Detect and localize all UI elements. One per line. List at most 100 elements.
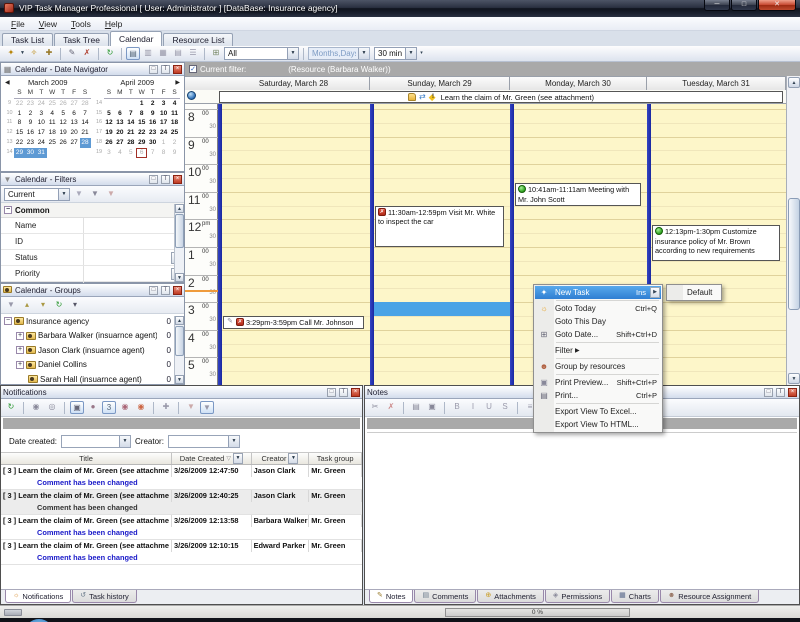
menu-item-print[interactable]: ▤Print...Ctrl+P [535,389,661,402]
allday-event[interactable]: ⇄ ◆! Learn the claim of Mr. Green (see a… [219,91,783,103]
more-icon[interactable]: ▾ [68,299,82,312]
panel-restore-icon[interactable]: □ [149,286,158,295]
day-cell[interactable]: 26 [58,138,69,148]
save-filter-icon[interactable]: ▼ [88,188,102,201]
day-cell[interactable]: 2 [169,138,180,148]
minimize-button[interactable]: ─ [704,0,730,11]
panel-pin-icon[interactable]: T [161,175,170,184]
calendar-scrollbar[interactable]: ▲ ▼ [786,76,800,385]
day-cell[interactable]: 26 [58,99,69,109]
scroll-down-icon[interactable]: ▼ [788,373,800,384]
refresh-icon[interactable]: ↻ [52,299,66,312]
day-cell[interactable]: 29 [14,148,25,158]
day-cell[interactable]: 3 [36,109,47,119]
bottom-tab-attachments[interactable]: ⊕Attachments [477,590,544,603]
scroll-up-icon[interactable]: ▲ [788,77,800,88]
scroll-down-icon[interactable]: ▼ [175,273,184,282]
day-cell[interactable]: 15 [14,128,25,138]
panel-close-icon[interactable]: × [351,388,360,397]
day-cell[interactable]: 4 [114,148,125,158]
day-cell[interactable]: 14 [80,118,91,128]
tree-item-insurance[interactable]: −Insurance agency0 [1,314,184,329]
group-by-icon[interactable]: ⊞ [209,47,223,60]
day-cell[interactable]: 17 [158,118,169,128]
day-cell[interactable]: 20 [114,128,125,138]
day-cell[interactable]: 17 [36,128,47,138]
day-cell[interactable]: 13 [114,118,125,128]
day-cell[interactable]: 28 [125,138,136,148]
day-cell[interactable]: 5 [104,109,115,119]
refresh-icon[interactable]: ↻ [103,47,117,60]
day-cell[interactable]: 7 [125,109,136,119]
menu-item-new-task[interactable]: ✦New TaskIns▶ [535,286,661,299]
chevron-down-icon[interactable]: ▼ [19,47,26,60]
menu-view[interactable]: View [32,19,64,29]
refresh-icon[interactable]: ↻ [4,401,18,414]
sort-ascending-icon[interactable]: ▴ [20,299,34,312]
scrollbar-thumb[interactable] [788,198,800,310]
day-cell[interactable]: 8 [14,118,25,128]
day-cell[interactable]: 30 [25,148,36,158]
day-cell[interactable]: 2 [147,99,158,109]
delete-task-icon[interactable]: ✗ [80,47,94,60]
edit-task-icon[interactable]: ✎ [65,47,79,60]
filter-dropdown-icon[interactable]: ▼ [233,453,243,464]
day-cell[interactable]: 24 [36,138,47,148]
day-cell[interactable]: 15 [136,118,147,128]
panel-close-icon[interactable]: × [173,65,182,74]
day-cell[interactable]: 21 [80,128,91,138]
bottom-tab-resource-assignment[interactable]: ☻Resource Assignment [660,590,759,603]
menu-tools[interactable]: Tools [64,19,98,29]
day-cell[interactable]: 13 [69,118,80,128]
event-0[interactable]: ✎✗3:29pm-3:59pm Call Mr. Johnson [223,316,364,330]
bottom-tab-permissions[interactable]: ◈Permissions [545,590,610,603]
scrollbar-thumb[interactable] [175,326,184,356]
day-cell[interactable]: 18 [47,128,58,138]
chevron-down-icon[interactable]: ▼ [58,189,69,200]
day-cell[interactable]: 12 [58,118,69,128]
print-preview-icon[interactable]: ▣ [425,401,439,414]
day-cell[interactable]: 2 [25,109,36,119]
day-cell[interactable]: 25 [47,99,58,109]
view-day-icon[interactable]: ▤ [126,47,140,60]
day-cell[interactable]: 25 [169,128,180,138]
day-cell[interactable]: 9 [25,118,36,128]
close-button[interactable]: ✕ [758,0,796,11]
sort-descending-icon[interactable]: ▾ [36,299,50,312]
day-cell[interactable]: 25 [47,138,58,148]
bottom-tab-notes[interactable]: ✎Notes [369,590,413,603]
view-month-icon[interactable]: ▤ [171,47,185,60]
menu-item-goto-date[interactable]: ⊞Goto Date...Shift+Ctrl+D [535,328,661,341]
day-cell[interactable]: 14 [125,118,136,128]
menu-item-print-preview[interactable]: ▣Print Preview...Shift+Ctrl+P [535,376,661,389]
maximize-button[interactable]: □ [731,0,757,11]
show-read-icon[interactable]: ◎ [45,401,59,414]
panel-restore-icon[interactable]: □ [149,175,158,184]
day-cell[interactable]: 11 [47,118,58,128]
day-cell[interactable]: 27 [69,99,80,109]
submenu-arrow-icon[interactable]: ▶ [650,287,660,298]
panel-close-icon[interactable]: × [788,388,797,397]
tree-item-daniel[interactable]: +Daniel Collins0 [1,358,184,373]
panel-restore-icon[interactable]: □ [327,388,336,397]
day-cell[interactable]: 5 [125,148,136,158]
day-cell[interactable]: 4 [169,99,180,109]
cut-icon[interactable]: ✂ [368,401,382,414]
panel-restore-icon[interactable]: □ [149,65,158,74]
day-cell[interactable]: 18 [169,118,180,128]
bottom-tab-charts[interactable]: ▦Charts [611,590,659,603]
day-cell[interactable]: 8 [136,109,147,119]
column-header-date-created[interactable]: Date Created▽▼ [172,453,252,464]
filter-icon[interactable]: ▼ [200,401,214,414]
creator-select[interactable]: ▼ [168,435,240,448]
day-cell[interactable]: 9 [169,148,180,158]
filter-field-value[interactable] [83,218,184,233]
bold-icon[interactable]: B [450,401,464,414]
scrollbar-thumb[interactable] [175,214,184,248]
delete-icon[interactable]: ✗ [384,401,398,414]
italic-icon[interactable]: I [466,401,480,414]
day-cell[interactable]: 21 [125,128,136,138]
menu-item-export-view-to-html[interactable]: Export View To HTML... [535,418,661,431]
tree-item-jason[interactable]: +Jason Clark (insuarnce agent)0 [1,343,184,358]
groups-scrollbar[interactable]: ▲ ▼ [174,316,184,384]
